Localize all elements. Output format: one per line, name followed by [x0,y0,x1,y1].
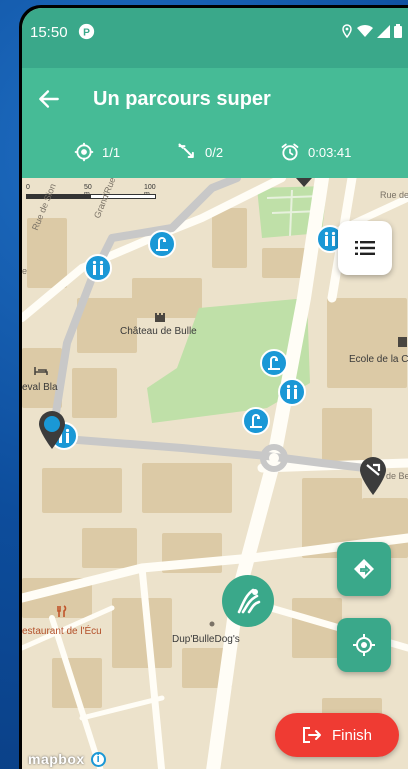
top-marker-icon[interactable] [294,178,314,188]
stat-duration: 0:03:41 [280,142,351,162]
fountain-icon [250,414,262,428]
arrow-left-icon[interactable] [36,86,62,112]
fountain-icon [156,237,168,251]
fountain-marker[interactable] [260,349,288,377]
battery-icon [394,24,402,38]
label-ecole: Ecole de la C [349,354,408,365]
finish-button[interactable]: Finish [275,713,399,757]
phone-frame: 15:50 P Un parcours super 1/1 0/2 0:03:4… [19,5,408,769]
restroom-marker[interactable] [84,254,112,282]
restroom-icon [324,231,336,246]
fountain-icon [268,356,280,370]
location-icon [342,24,352,38]
start-marker-icon[interactable] [37,410,67,450]
svg-text:P: P [83,27,90,38]
hiker-icon [237,588,261,614]
castle-icon [155,313,165,322]
target-icon [74,142,94,162]
directions-icon [354,559,374,579]
status-bar: 15:50 P [22,8,408,68]
street-label-e: e [22,266,28,276]
school-icon [398,337,407,347]
notification-p-icon: P [78,23,95,40]
hotel-icon [34,367,48,375]
fountain-marker[interactable] [148,230,176,258]
status-time: 15:50 [30,24,68,41]
app-screen: 15:50 P Un parcours super 1/1 0/2 0:03:4… [22,8,408,769]
street-label-de-be: de Be [386,471,408,481]
status-icons [341,24,402,38]
duration-value: 0:03:41 [308,144,352,160]
distance-value: 0/2 [205,144,224,160]
restaurant-icon [57,605,67,617]
page-title: Un parcours super [93,88,271,110]
directions-button[interactable] [337,542,391,596]
signal-icon [377,24,390,38]
restroom-icon [286,384,298,399]
mapbox-logo: mapbox [28,751,85,767]
label-dup-bulledogs: Dup'BulleDog's [172,634,240,645]
list-button[interactable] [338,221,392,275]
direction-marker-icon[interactable] [358,456,388,496]
list-icon [355,241,375,255]
restroom-marker[interactable] [278,378,306,406]
street-label-rue-de: Rue de [380,190,408,200]
stat-checkpoints: 1/1 [74,142,120,162]
label-chateau: Château de Bulle [120,326,197,337]
exit-icon [302,727,321,743]
mapbox-attribution: mapbox i [28,751,106,767]
map-view[interactable]: 0 50 m 100 m Rue de Sion Grand'Rue Rue d… [22,176,408,769]
route-header: Un parcours super 1/1 0/2 0:03:41 [22,68,408,178]
label-restaurant: estaurant de l'Écu [22,626,102,637]
crosshair-icon [353,634,375,656]
alarm-clock-icon [281,143,299,161]
locate-button[interactable] [337,618,391,672]
ruler-icon [178,143,194,158]
info-icon[interactable]: i [90,751,106,767]
poi-dot-icon [209,621,215,627]
wifi-icon [357,24,373,37]
checkpoints-value: 1/1 [102,144,121,160]
scale-label-0: 0 [26,184,30,191]
label-val-bla: eval Bla [22,382,58,393]
fountain-marker[interactable] [242,407,270,435]
finish-label: Finish [331,726,372,744]
stat-distance: 0/2 [177,142,223,162]
restroom-icon [92,260,104,275]
current-checkpoint-marker[interactable] [222,575,274,627]
